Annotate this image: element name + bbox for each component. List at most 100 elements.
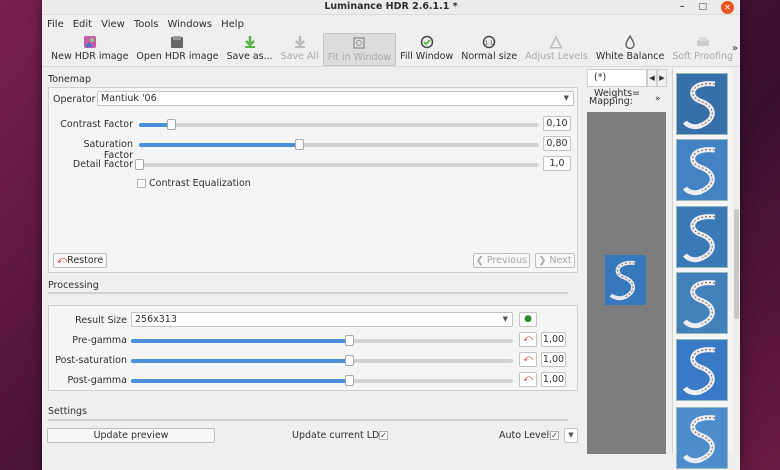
operator-select[interactable]: Mantiuk '06 ▼ — [97, 91, 574, 106]
reset-icon: ⤺ — [523, 354, 533, 364]
result-size-add-button[interactable]: ● — [519, 312, 537, 327]
pre-gamma-reset-button[interactable]: ⤺ — [519, 332, 537, 347]
previous-button[interactable]: ❮ Previous — [473, 253, 530, 268]
thumbnail-item[interactable] — [676, 272, 728, 334]
auto-levels-checkbox[interactable]: ✓ — [550, 431, 559, 440]
contrast-equalization-checkbox[interactable] — [137, 179, 146, 188]
processing-divider — [48, 292, 568, 294]
post-gamma-input[interactable]: 1,00 — [541, 372, 566, 387]
preview-thumbnail[interactable] — [605, 255, 646, 305]
processing-group: Result Size 256x313 ▼ ● Pre-gamma ⤺ 1,00… — [48, 305, 578, 391]
adjust-levels-button[interactable]: Adjust Levels — [521, 33, 592, 66]
maximize-button[interactable]: □ — [698, 0, 707, 14]
svg-text:1:1: 1:1 — [485, 41, 494, 47]
menu-tools[interactable]: Tools — [134, 19, 159, 30]
mapping-label: Mapping: — [589, 96, 633, 107]
update-ldr-checkbox[interactable]: ✓ — [379, 431, 388, 440]
tab-prev-button[interactable]: ◀ — [647, 69, 657, 87]
contrast-factor-label: Contrast Factor — [60, 119, 133, 130]
chevron-down-icon: ▼ — [568, 431, 574, 439]
chevron-down-icon: ▼ — [502, 315, 508, 323]
new-hdr-button[interactable]: New HDR image — [47, 33, 132, 66]
post-gamma-reset-button[interactable]: ⤺ — [519, 372, 537, 387]
white-balance-icon — [622, 34, 638, 50]
processing-title: Processing — [48, 280, 99, 291]
result-size-label: Result Size — [75, 315, 127, 326]
saturation-factor-label: Saturation Factor — [83, 139, 133, 161]
chevron-right-icon: ▶ — [659, 74, 665, 82]
toolbar-overflow-icon[interactable]: » — [732, 43, 738, 54]
menu-edit[interactable]: Edit — [73, 19, 92, 30]
add-icon: ● — [524, 314, 532, 324]
next-icon: ❯ — [538, 255, 547, 266]
tab-next-button[interactable]: ▶ — [657, 69, 667, 87]
thumbnail-panel — [672, 69, 740, 469]
save-all-button[interactable]: Save All — [277, 33, 323, 66]
tab-weights[interactable]: (*) Weights= — [587, 69, 647, 99]
tonemap-title: Tonemap — [48, 74, 91, 85]
normal-size-icon: 1:1 — [481, 34, 497, 50]
menu-file[interactable]: File — [47, 19, 64, 30]
menu-windows[interactable]: Windows — [167, 19, 212, 30]
pre-gamma-label: Pre-gamma — [72, 335, 127, 346]
fill-window-icon — [419, 34, 435, 50]
fit-window-icon — [351, 35, 367, 51]
chevron-down-icon: ▼ — [563, 94, 569, 102]
preview-area[interactable] — [587, 112, 666, 454]
thumbnail-item[interactable] — [676, 206, 728, 268]
pre-gamma-input[interactable]: 1,00 — [541, 332, 566, 347]
next-button[interactable]: ❯ Next — [535, 253, 575, 268]
thumbnail-item[interactable] — [676, 73, 728, 135]
soft-proofing-button[interactable]: Soft Proofing — [668, 33, 737, 66]
preview-panel: (*) Weights= ◀ ▶ Mapping: » — [587, 69, 667, 454]
scrollbar-handle[interactable] — [734, 209, 739, 319]
menu-view[interactable]: View — [101, 19, 125, 30]
save-as-icon — [242, 34, 258, 50]
update-preview-button[interactable]: Update preview — [47, 428, 215, 443]
open-hdr-button[interactable]: Open HDR image — [132, 33, 222, 66]
fill-window-button[interactable]: Fill Window — [396, 33, 457, 66]
contrast-equalization-label: Contrast Equalization — [149, 178, 251, 189]
pre-gamma-slider[interactable] — [131, 335, 513, 346]
post-saturation-slider[interactable] — [131, 355, 513, 366]
soft-proofing-icon — [695, 34, 711, 50]
auto-levels-dropdown[interactable]: ▼ — [564, 428, 578, 443]
post-saturation-input[interactable]: 1,00 — [541, 352, 566, 367]
contrast-factor-input[interactable]: 0,10 — [543, 116, 571, 131]
settings-title: Settings — [48, 406, 87, 417]
tonemap-panel: Tonemap Operator Mantiuk '06 ▼ Contrast … — [42, 69, 582, 470]
reset-icon: ⤺ — [523, 334, 533, 344]
post-saturation-label: Post-saturation — [55, 355, 127, 366]
saturation-factor-input[interactable]: 0,80 — [543, 136, 571, 151]
restore-icon: ⤺ — [57, 255, 68, 266]
mapping-overflow-icon[interactable]: » — [655, 94, 661, 104]
thumbnail-item[interactable] — [676, 339, 728, 401]
operator-label: Operator — [53, 94, 96, 105]
thumbnail-item[interactable] — [676, 139, 728, 201]
save-as-button[interactable]: Save as... — [223, 33, 277, 66]
saturation-factor-slider[interactable] — [139, 139, 539, 150]
checkmark-icon: ✓ — [380, 431, 387, 440]
update-ldr-label: Update current LDR — [292, 430, 386, 441]
detail-factor-input[interactable]: 1,0 — [543, 156, 571, 171]
previous-icon: ❮ — [475, 255, 484, 266]
thumbnail-item[interactable] — [676, 407, 728, 469]
menu-help[interactable]: Help — [221, 19, 244, 30]
contrast-factor-slider[interactable] — [139, 119, 539, 130]
restore-button[interactable]: ⤺Restore — [53, 253, 107, 268]
window-title: Luminance HDR 2.6.1.1 * — [324, 1, 458, 12]
result-size-select[interactable]: 256x313 ▼ — [131, 312, 513, 327]
title-bar: Luminance HDR 2.6.1.1 * – □ ✕ — [42, 0, 740, 15]
post-saturation-reset-button[interactable]: ⤺ — [519, 352, 537, 367]
app-window: Luminance HDR 2.6.1.1 * – □ ✕ File Edit … — [42, 0, 740, 470]
fit-in-window-button[interactable]: Fit in Window — [322, 33, 397, 66]
white-balance-button[interactable]: White Balance — [592, 33, 669, 66]
thumbnail-scrollbar[interactable] — [733, 69, 740, 454]
close-button[interactable]: ✕ — [721, 0, 734, 14]
normal-size-button[interactable]: 1:1 Normal size — [457, 33, 521, 66]
post-gamma-slider[interactable] — [131, 375, 513, 386]
auto-levels-label: Auto Levels — [499, 430, 555, 441]
detail-factor-slider[interactable] — [135, 159, 539, 170]
minimize-button[interactable]: – — [680, 0, 685, 14]
toolbar: New HDR image Open HDR image Save as... … — [42, 33, 740, 67]
